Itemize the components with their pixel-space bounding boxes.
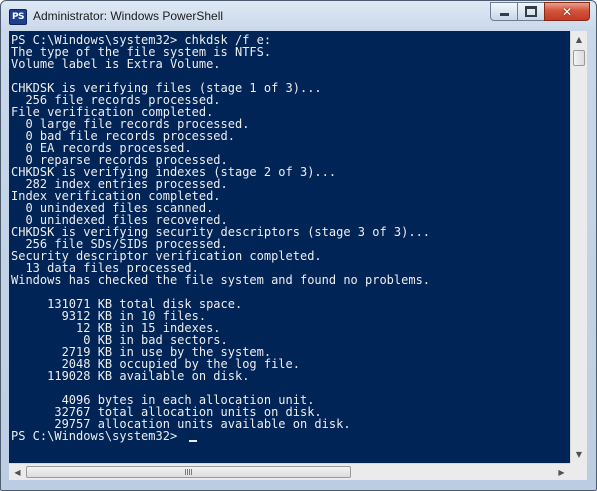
vertical-scrollbar[interactable]: ▲ ▼ <box>570 31 587 463</box>
console-line: Windows has checked the file system and … <box>11 273 431 287</box>
horizontal-scrollbar[interactable]: ◀ ▶ <box>9 463 570 480</box>
horizontal-scroll-thumb[interactable] <box>26 466 351 478</box>
size-grip[interactable] <box>570 463 587 480</box>
caption-buttons: ✕ <box>490 2 590 21</box>
down-arrow-icon: ▼ <box>575 450 583 459</box>
console-line: 119028 KB available on disk. <box>11 369 250 383</box>
title-bar[interactable]: PS Administrator: Windows PowerShell ✕ <box>1 1 596 31</box>
text-cursor <box>188 440 197 442</box>
right-arrow-icon: ▶ <box>558 467 565 477</box>
scroll-up-button[interactable]: ▲ <box>571 31 587 48</box>
up-arrow-icon: ▲ <box>575 35 583 44</box>
console-line: Volume label is Extra Volume. <box>11 57 221 71</box>
window-title: Administrator: Windows PowerShell <box>33 9 224 23</box>
minimize-icon <box>499 13 509 16</box>
left-arrow-icon: ◀ <box>14 467 21 477</box>
powershell-window: PS Administrator: Windows PowerShell ✕ P… <box>0 0 597 491</box>
scroll-right-button[interactable]: ▶ <box>553 464 570 480</box>
scroll-left-button[interactable]: ◀ <box>9 464 26 480</box>
console-line: PS C:\Windows\system32> <box>11 429 185 443</box>
close-icon: ✕ <box>561 4 573 19</box>
grip-icon <box>184 469 193 475</box>
vertical-scroll-thumb[interactable] <box>573 50 585 66</box>
minimize-button[interactable] <box>490 2 517 21</box>
console-output[interactable]: PS C:\Windows\system32> chkdsk /f e: The … <box>9 31 570 463</box>
maximize-button[interactable] <box>517 2 544 21</box>
powershell-icon[interactable]: PS <box>9 9 27 25</box>
maximize-icon <box>525 6 537 17</box>
scroll-down-button[interactable]: ▼ <box>571 446 587 463</box>
close-button[interactable]: ✕ <box>544 2 590 21</box>
